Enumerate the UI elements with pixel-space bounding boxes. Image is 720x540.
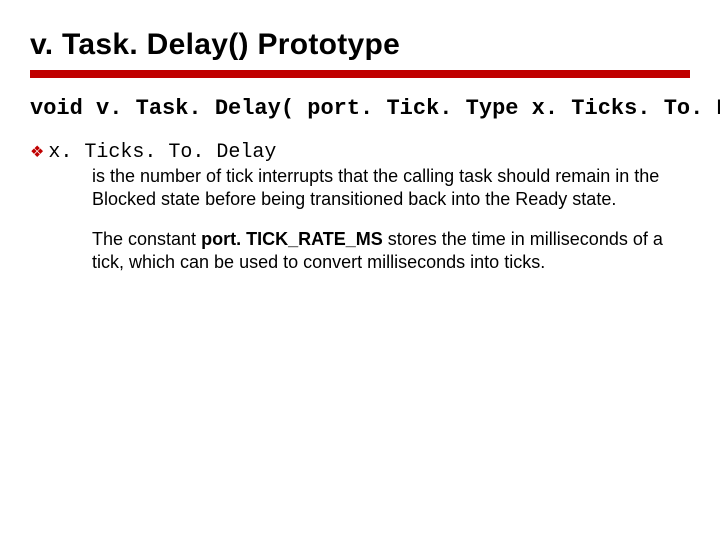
parameter-heading: ❖ x. Ticks. To. Delay	[30, 143, 690, 163]
parameter-description-1: is the number of tick interrupts that th…	[92, 165, 682, 210]
parameter-block: ❖ x. Ticks. To. Delay is the number of t…	[30, 143, 690, 273]
title-underline	[30, 70, 690, 78]
slide: v. Task. Delay() Prototype void v. Task.…	[0, 0, 720, 540]
slide-title: v. Task. Delay() Prototype	[30, 28, 690, 62]
title-function-name: v. Task. Delay()	[30, 28, 249, 61]
title-keyword: Prototype	[257, 28, 400, 61]
desc2-pre: The constant	[92, 229, 201, 249]
parameter-description-2: The constant port. TICK_RATE_MS stores t…	[92, 228, 682, 273]
function-signature: void v. Task. Delay( port. Tick. Type x.…	[30, 96, 690, 121]
desc2-constant: port. TICK_RATE_MS	[201, 229, 383, 249]
parameter-name: x. Ticks. To. Delay	[48, 143, 276, 163]
diamond-bullet-icon: ❖	[30, 143, 44, 163]
